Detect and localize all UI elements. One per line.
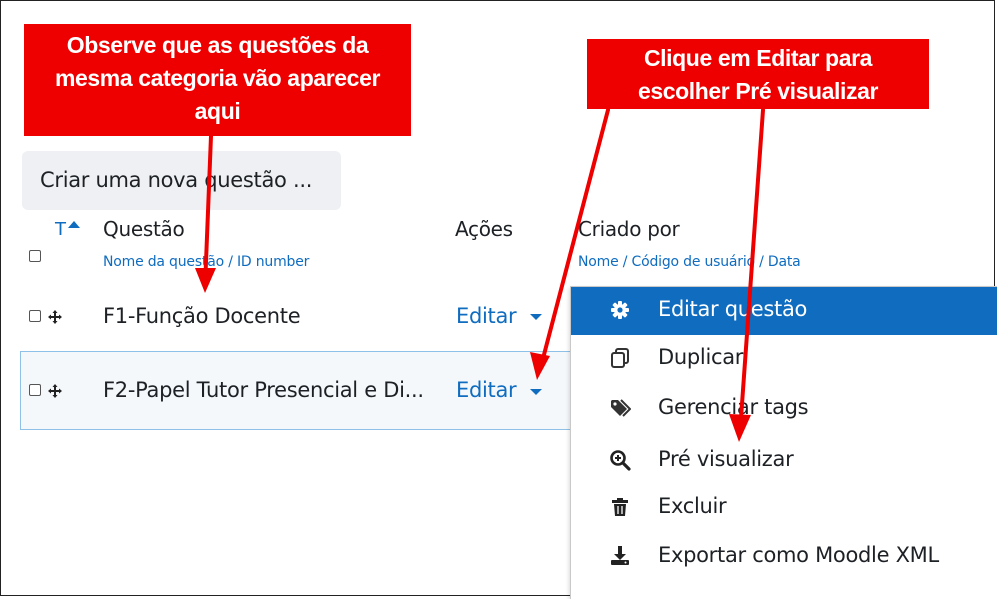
annotation-arrows bbox=[195, 108, 765, 442]
annotation-arrowhead-preview bbox=[729, 414, 751, 442]
annotation-arrow-left bbox=[203, 134, 213, 289]
annotation-arrowhead-left bbox=[195, 268, 216, 293]
annotation-arrow-edit bbox=[538, 108, 610, 372]
annotation-arrow-preview bbox=[738, 108, 765, 434]
annotation-arrowhead-edit bbox=[530, 352, 550, 380]
